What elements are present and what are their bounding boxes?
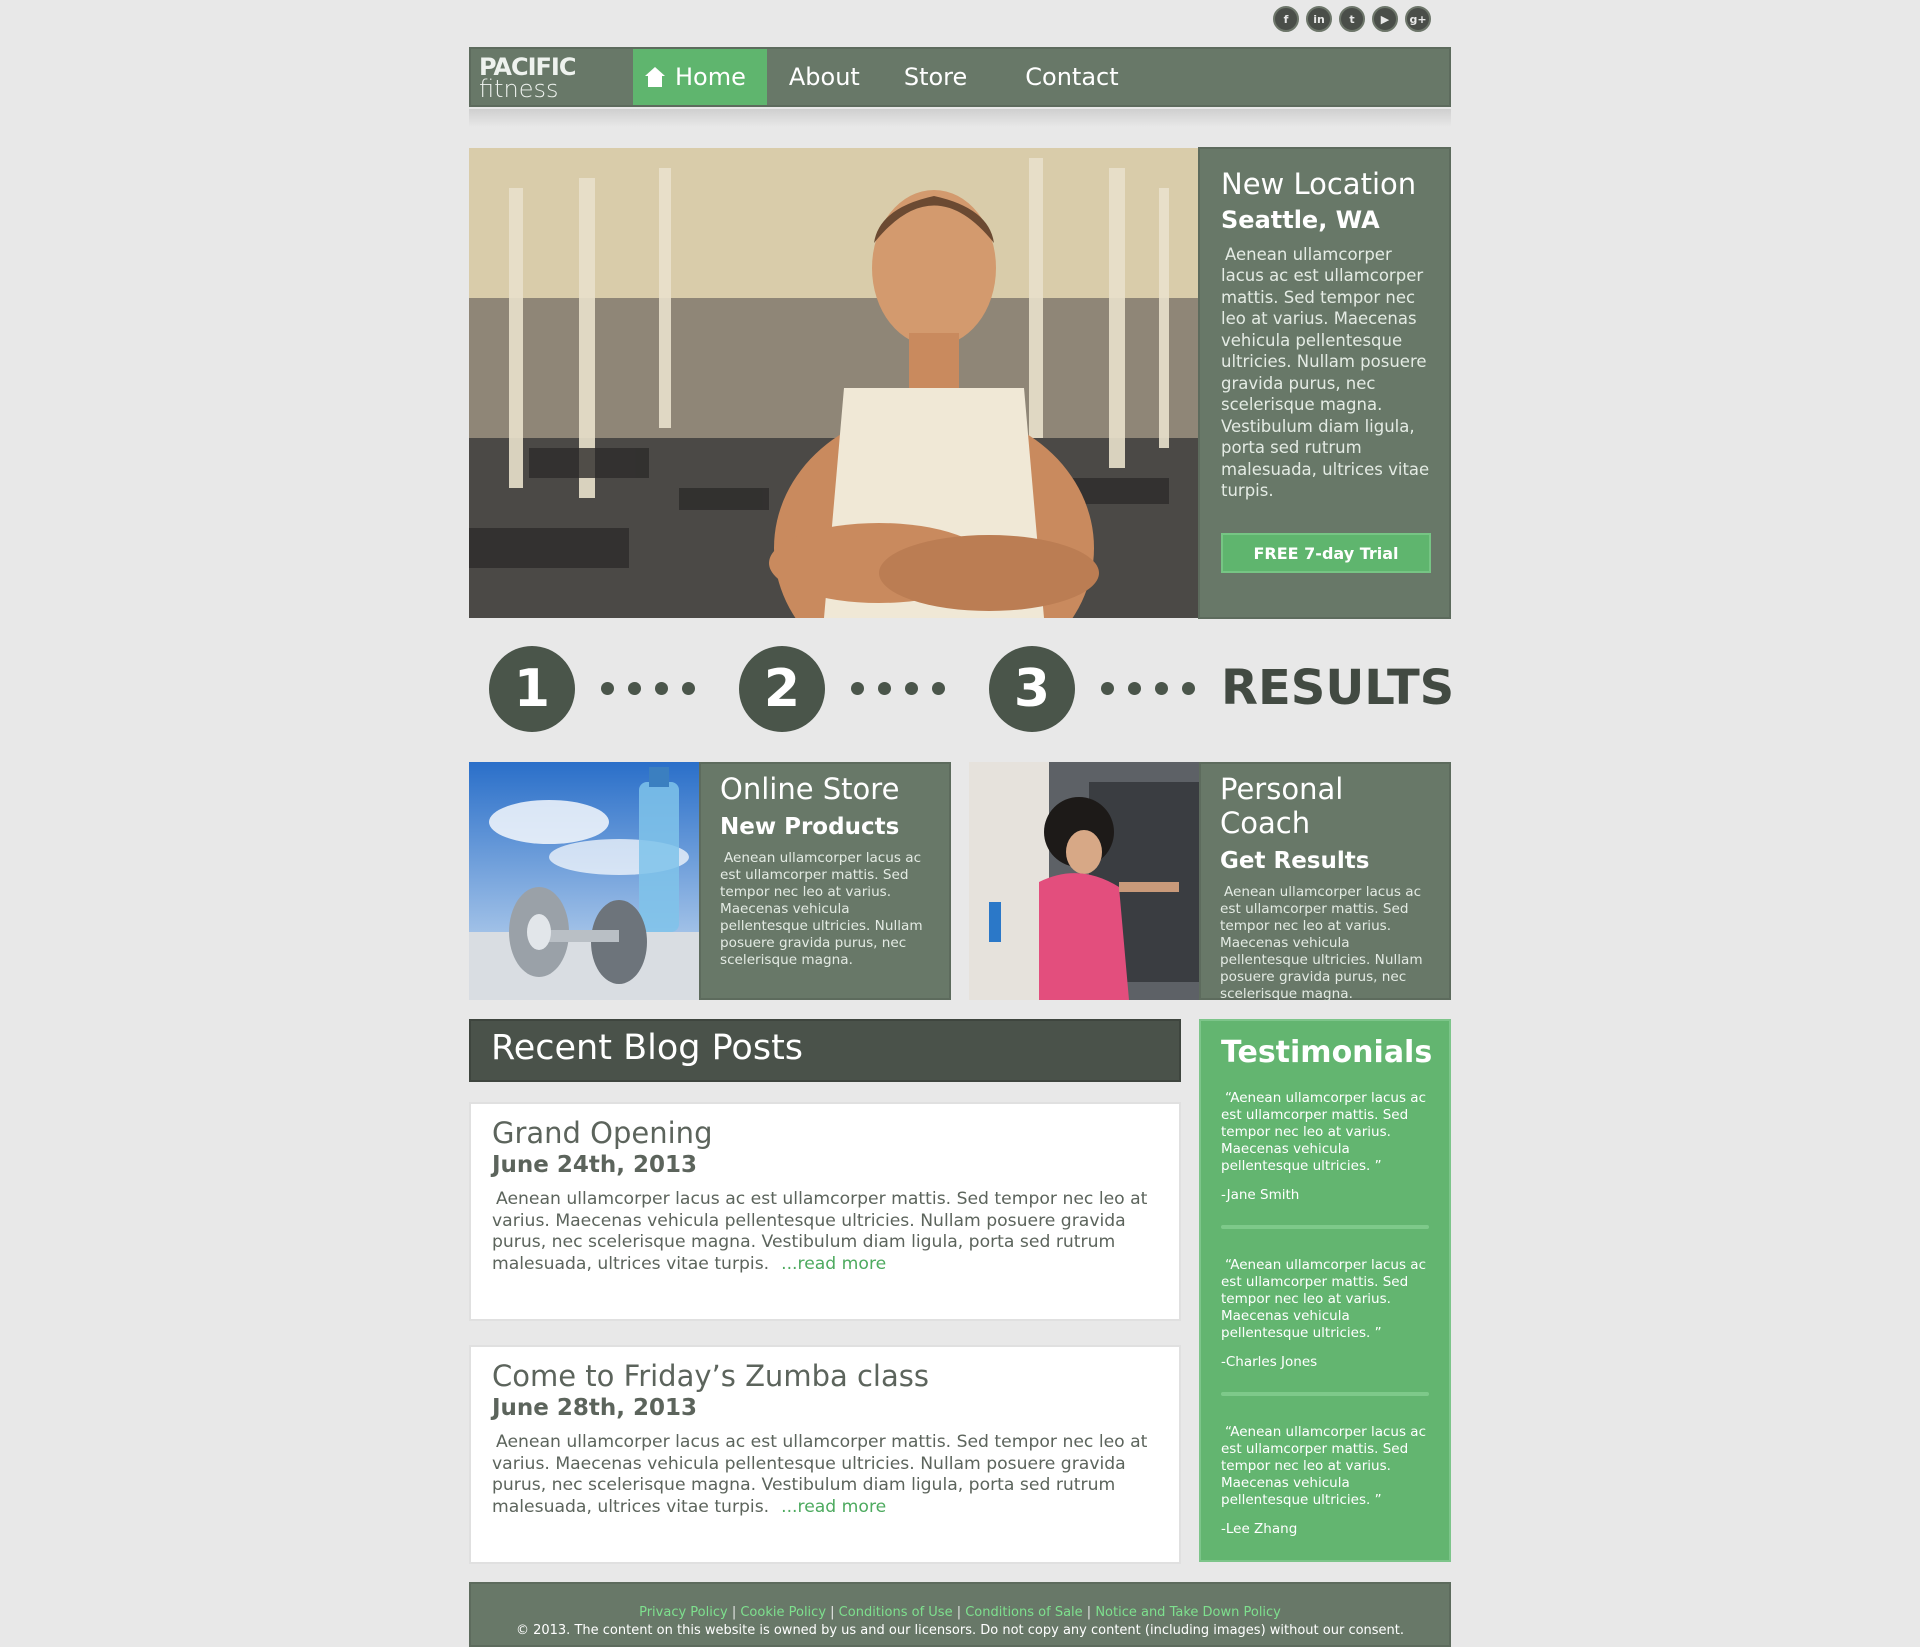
nav-home[interactable]: Home: [633, 49, 767, 105]
blog-heading: Recent Blog Posts: [469, 1019, 1181, 1082]
read-more-link[interactable]: ...read more: [781, 1497, 886, 1517]
hero-image: [469, 148, 1198, 618]
social-icons: f in t ▶ g+: [1273, 6, 1431, 32]
blog-post: Grand Opening June 24th, 2013 Aenean ull…: [469, 1102, 1181, 1321]
personal-coach-body: Aenean ullamcorper lacus ac est ullamcor…: [1220, 884, 1423, 1002]
testimonial-quote: “Aenean ullamcorper lacus ac est ullamco…: [1221, 1090, 1426, 1174]
testimonial-author: -Charles Jones: [1221, 1354, 1318, 1370]
footer: Privacy Policy | Cookie Policy | Conditi…: [469, 1582, 1451, 1647]
step-two-circle: 2: [739, 646, 825, 732]
testimonial-author: -Jane Smith: [1221, 1187, 1300, 1203]
footer-separator: |: [952, 1605, 966, 1620]
main-nav: PACIFIC fitness Home About Store Contact: [469, 47, 1451, 107]
footer-separator: |: [1082, 1605, 1096, 1620]
blog-post: Come to Friday’s Zumba class June 28th, …: [469, 1345, 1181, 1564]
nav-store[interactable]: Store: [882, 49, 989, 105]
google-plus-icon[interactable]: g+: [1405, 6, 1431, 32]
cookie-policy-link[interactable]: Cookie Policy: [740, 1605, 826, 1620]
logo[interactable]: PACIFIC fitness: [471, 49, 633, 105]
conditions-of-sale-link[interactable]: Conditions of Sale: [965, 1605, 1082, 1620]
nav-about[interactable]: About: [767, 49, 882, 105]
notice-takedown-link[interactable]: Notice and Take Down Policy: [1095, 1605, 1281, 1620]
footer-separator: |: [727, 1605, 741, 1620]
hero-subtitle: Seattle, WA: [1221, 205, 1380, 234]
divider: [1221, 1392, 1429, 1396]
read-more-link[interactable]: ...read more: [781, 1254, 886, 1274]
hero-body: Aenean ullamcorper lacus ac est ullamcor…: [1221, 244, 1430, 501]
home-icon: [645, 67, 665, 87]
online-store-body: Aenean ullamcorper lacus ac est ullamcor…: [720, 850, 923, 968]
privacy-policy-link[interactable]: Privacy Policy: [639, 1605, 728, 1620]
personal-coach-text: Personal Coach Get Results Aenean ullamc…: [1199, 762, 1451, 1002]
hero-title: New Location: [1221, 167, 1417, 201]
personal-coach-subtitle: Get Results: [1220, 848, 1370, 874]
coach-image: [969, 762, 1199, 1000]
blog-post-date: June 28th, 2013: [492, 1395, 698, 1421]
steps-row: 1 2 3 RESULTS: [489, 646, 1454, 732]
dumbbell-image: [469, 762, 699, 1000]
step-one-circle: 1: [489, 646, 575, 732]
copyright-text: © 2013. The content on this website is o…: [515, 1623, 1405, 1638]
twitter-icon[interactable]: t: [1339, 6, 1365, 32]
footer-separator: |: [826, 1605, 839, 1620]
online-store-title: Online Store: [720, 772, 900, 806]
online-store-subtitle: New Products: [720, 814, 900, 840]
blog-post-title[interactable]: Come to Friday’s Zumba class: [492, 1359, 1161, 1393]
step-dots-3: [1101, 682, 1195, 695]
nav-contact[interactable]: Contact: [1003, 49, 1140, 105]
personal-coach-title: Personal Coach: [1220, 772, 1344, 840]
testimonial-author: -Lee Zhang: [1221, 1521, 1298, 1537]
conditions-of-use-link[interactable]: Conditions of Use: [839, 1605, 953, 1620]
blog-post-body: Aenean ullamcorper lacus ac est ullamcor…: [492, 1432, 1161, 1519]
youtube-icon[interactable]: ▶: [1372, 6, 1398, 32]
step-three-circle: 3: [989, 646, 1075, 732]
blog-post-body: Aenean ullamcorper lacus ac est ullamcor…: [492, 1189, 1161, 1276]
nav-home-label: Home: [675, 63, 746, 91]
logo-line-2: fitness: [479, 75, 559, 103]
blog-post-title[interactable]: Grand Opening: [492, 1116, 1161, 1150]
divider: [1221, 1225, 1429, 1229]
blog-post-date: June 24th, 2013: [492, 1152, 698, 1178]
step-dots-2: [851, 682, 945, 695]
hero-panel: New Location Seattle, WA Aenean ullamcor…: [1198, 147, 1451, 619]
step-dots-1: [601, 682, 695, 695]
footer-links: Privacy Policy | Cookie Policy | Conditi…: [471, 1605, 1449, 1620]
linkedin-icon[interactable]: in: [1306, 6, 1332, 32]
testimonial-quote: “Aenean ullamcorper lacus ac est ullamco…: [1221, 1424, 1426, 1508]
nav-shadow: [469, 109, 1451, 127]
testimonials-panel: Testimonials “Aenean ullamcorper lacus a…: [1199, 1019, 1451, 1562]
online-store-text: Online Store New Products Aenean ullamco…: [699, 762, 951, 1000]
results-label: RESULTS: [1221, 660, 1455, 716]
facebook-icon[interactable]: f: [1273, 6, 1299, 32]
free-trial-button[interactable]: FREE 7-day Trial: [1221, 533, 1431, 573]
testimonial-quote: “Aenean ullamcorper lacus ac est ullamco…: [1221, 1257, 1426, 1341]
testimonials-heading: Testimonials: [1221, 1035, 1433, 1070]
